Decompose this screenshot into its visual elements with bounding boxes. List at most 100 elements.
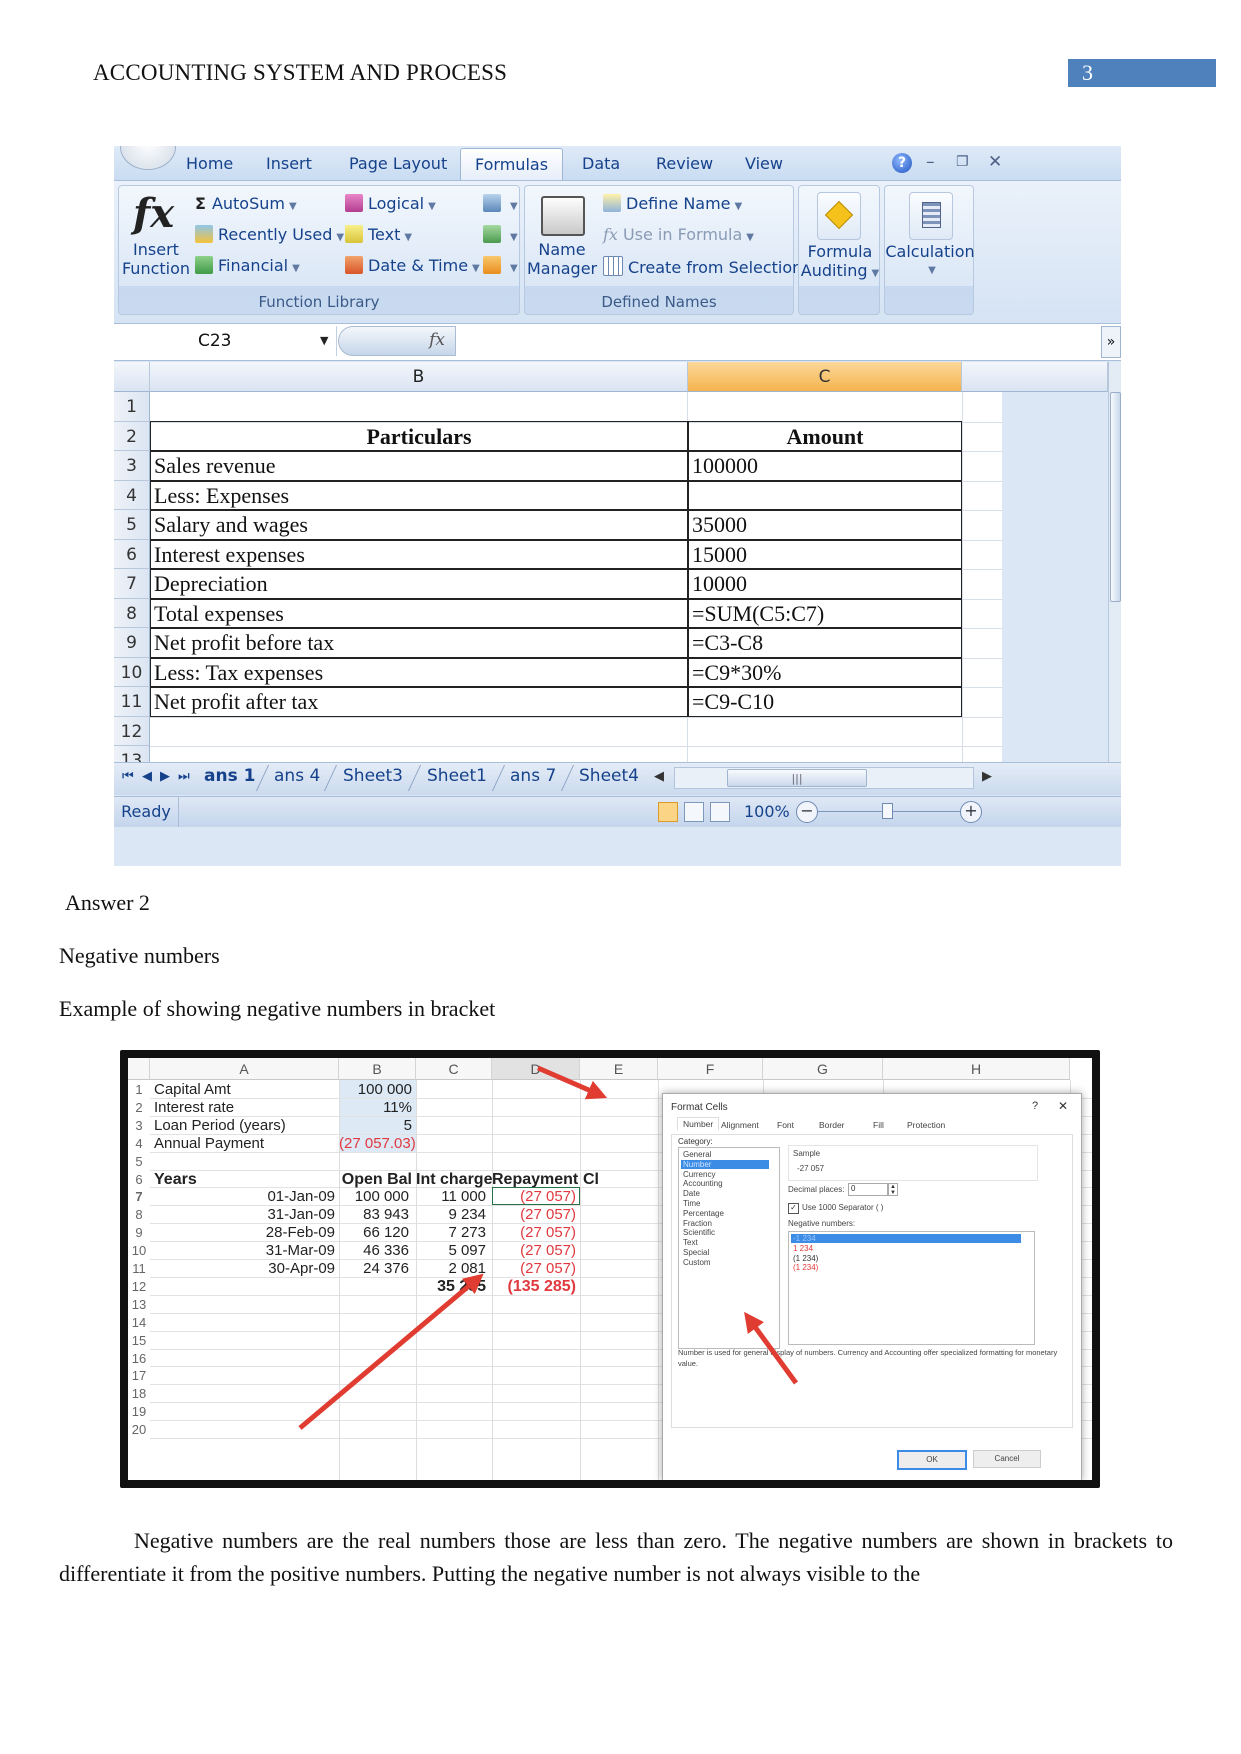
formula-auditing-button[interactable]: Formula Auditing ▼ <box>799 242 881 283</box>
open-bal-cell[interactable]: 100 000 <box>339 1188 409 1205</box>
row-header[interactable]: 16 <box>128 1351 150 1366</box>
column-header-b[interactable]: B <box>339 1058 416 1080</box>
dialog-tab-protection[interactable]: Protection <box>907 1120 945 1130</box>
define-name-button[interactable]: Define Name ▼ <box>603 194 742 213</box>
scroll-left-icon[interactable]: ◀ <box>654 769 664 784</box>
horizontal-scrollbar[interactable]: ||| <box>674 767 974 789</box>
tab-view[interactable]: View <box>745 154 783 173</box>
cell-b10[interactable]: Less: Tax expenses <box>154 658 323 687</box>
open-bal-cell[interactable]: 66 120 <box>339 1224 409 1241</box>
input-value[interactable]: (27 057.03) <box>339 1135 416 1152</box>
row-header[interactable]: 14 <box>128 1315 150 1330</box>
dialog-tab-alignment[interactable]: Alignment <box>721 1120 759 1130</box>
name-manager-button[interactable]: Name Manager <box>527 240 597 278</box>
restore-icon[interactable]: ❐ <box>956 154 969 170</box>
financial-button[interactable]: Financial ▼ <box>195 256 300 275</box>
sheet-tab-ans-4[interactable]: ans 4 <box>274 766 320 786</box>
use-1000-separator-checkbox[interactable]: ✓ <box>788 1203 799 1214</box>
select-all-corner[interactable] <box>114 362 150 392</box>
date-cell[interactable]: 31-Jan-09 <box>150 1206 335 1223</box>
category-item[interactable]: Accounting <box>681 1179 769 1188</box>
row-header[interactable]: 20 <box>128 1422 150 1437</box>
sheet-tab-sheet3[interactable]: Sheet3 <box>343 766 403 786</box>
column-header-g[interactable]: G <box>763 1058 883 1080</box>
row-header[interactable]: 2 <box>114 421 150 451</box>
sheet-tab-ans-1[interactable]: ans 1 <box>204 766 255 786</box>
sheet-tab-sheet4[interactable]: Sheet4 <box>579 766 639 786</box>
cell-b3[interactable]: Sales revenue <box>154 451 276 480</box>
row-header[interactable]: 3 <box>114 451 150 481</box>
repayment-cell[interactable]: (27 057) <box>492 1242 576 1259</box>
header-years[interactable]: Years <box>154 1171 197 1189</box>
row-header[interactable]: 13 <box>128 1297 150 1312</box>
cell-b4[interactable]: Less: Expenses <box>154 481 289 510</box>
column-header-d[interactable] <box>962 362 1108 392</box>
page-break-view-icon[interactable] <box>710 802 730 822</box>
input-value[interactable]: 100 000 <box>339 1081 412 1098</box>
repayment-cell[interactable]: (27 057) <box>492 1224 576 1241</box>
dialog-tab-font[interactable]: Font <box>777 1120 794 1130</box>
cell-c8[interactable]: =SUM(C5:C7) <box>692 599 824 628</box>
cell-c7[interactable]: 10000 <box>692 569 747 598</box>
cell-b9[interactable]: Net profit before tax <box>154 628 334 657</box>
row-header[interactable]: 8 <box>128 1207 150 1222</box>
ok-button[interactable]: OK <box>897 1450 967 1470</box>
normal-view-icon[interactable] <box>658 802 678 822</box>
row-header[interactable]: 9 <box>128 1225 150 1240</box>
negative-format-option[interactable]: (1 234) <box>791 1263 1021 1272</box>
previous-sheet-icon[interactable]: ◀ <box>142 769 152 784</box>
create-from-selection-button[interactable]: Create from Selection <box>603 256 802 277</box>
cell-b2[interactable]: Particulars <box>150 422 688 451</box>
int-charge-cell[interactable]: 9 234 <box>416 1206 486 1223</box>
column-header-a[interactable]: A <box>150 1058 339 1080</box>
horizontal-scroll-thumb[interactable]: ||| <box>727 769 867 787</box>
date-cell[interactable]: 28-Feb-09 <box>150 1224 335 1241</box>
insert-function-fx-button[interactable]: fx <box>338 326 456 356</box>
help-icon[interactable]: ? <box>892 153 912 173</box>
input-value[interactable]: 11% <box>339 1099 412 1116</box>
repayment-cell[interactable]: (27 057) <box>492 1206 576 1223</box>
formula-input[interactable] <box>460 326 1099 356</box>
date-cell[interactable]: 01-Jan-09 <box>150 1188 335 1205</box>
category-item[interactable]: Percentage <box>681 1209 769 1218</box>
cell-b6[interactable]: Interest expenses <box>154 540 305 569</box>
header-closing[interactable]: Cl <box>583 1171 599 1189</box>
sheet-tab-ans-7[interactable]: ans 7 <box>510 766 556 786</box>
column-header-f[interactable]: F <box>658 1058 763 1080</box>
category-item[interactable]: Custom <box>681 1258 769 1267</box>
dialog-close-icon[interactable]: ✕ <box>1058 1099 1068 1113</box>
date-cell[interactable]: 31-Mar-09 <box>150 1242 335 1259</box>
header-repayment[interactable]: Repayment <box>492 1171 578 1189</box>
vertical-scrollbar[interactable] <box>1108 362 1121 762</box>
column-header-b[interactable]: B <box>150 362 688 392</box>
cell-c3[interactable]: 100000 <box>692 451 758 480</box>
name-box-dropdown-icon[interactable]: ▼ <box>320 326 328 356</box>
cell-b5[interactable]: Salary and wages <box>154 510 308 539</box>
decimal-places-input[interactable]: 0 <box>848 1183 888 1196</box>
zoom-slider-handle[interactable] <box>882 803 893 819</box>
header-open-bal[interactable]: Open Bal <box>339 1171 412 1189</box>
page-layout-view-icon[interactable] <box>684 802 704 822</box>
row-header[interactable]: 1 <box>128 1082 150 1097</box>
tab-review[interactable]: Review <box>656 154 713 173</box>
category-item[interactable]: Date <box>681 1189 769 1198</box>
category-item[interactable]: Scientific <box>681 1228 769 1237</box>
row-header[interactable]: 11 <box>114 687 150 717</box>
row-header[interactable]: 11 <box>128 1261 150 1276</box>
date-time-button[interactable]: Date & Time ▼ <box>345 256 480 275</box>
row-header[interactable]: 6 <box>114 539 150 569</box>
column-header-d[interactable]: D <box>492 1058 580 1080</box>
sheet-tab-sheet1[interactable]: Sheet1 <box>427 766 487 786</box>
cell-c10[interactable]: =C9*30% <box>692 658 781 687</box>
repayment-cell[interactable]: (27 057) <box>492 1260 576 1277</box>
column-header-c[interactable]: C <box>688 362 962 392</box>
int-charge-cell[interactable]: 11 000 <box>416 1188 486 1205</box>
row-header[interactable]: 5 <box>114 510 150 540</box>
cell-b11[interactable]: Net profit after tax <box>154 687 318 716</box>
total-repayment[interactable]: (135 285) <box>492 1278 577 1296</box>
dialog-tab-number[interactable]: Number <box>677 1117 720 1130</box>
recently-used-button[interactable]: Recently Used ▼ <box>195 225 344 244</box>
input-label[interactable]: Capital Amt <box>154 1081 231 1098</box>
lookup-reference-button[interactable]: ▼ <box>483 194 518 213</box>
cell-b7[interactable]: Depreciation <box>154 569 268 598</box>
